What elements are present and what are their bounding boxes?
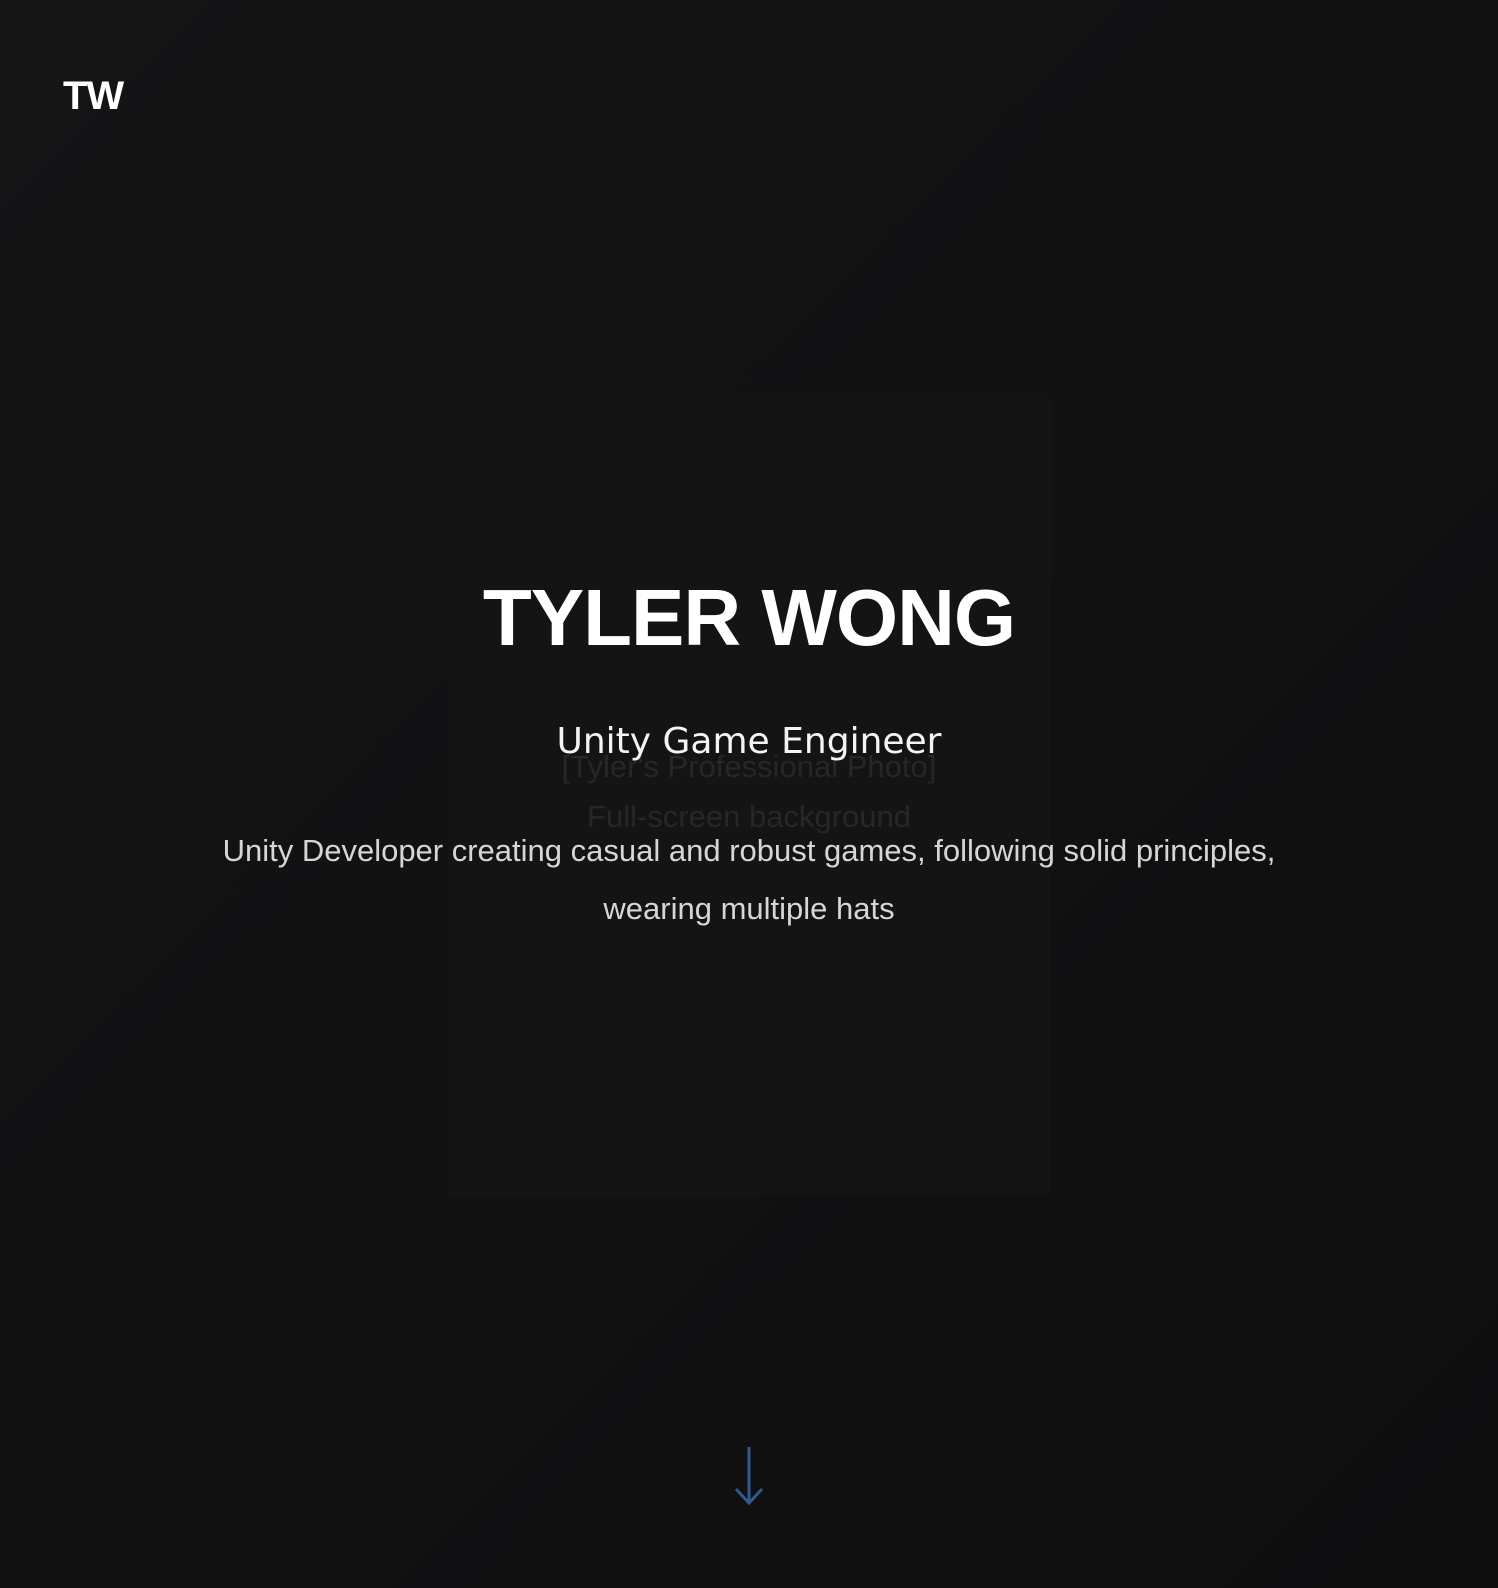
hero-tagline: Unity Developer creating casual and robu… xyxy=(222,833,1276,926)
site-logo[interactable]: TW xyxy=(63,76,124,116)
hero-photo-placeholder: [Tyler's Professional Photo] Full-screen… xyxy=(448,392,1050,1196)
hero-name: TYLER WONG xyxy=(482,573,1016,662)
hero-role: Unity Game Engineer xyxy=(556,721,942,762)
arrow-down-icon[interactable] xyxy=(731,1445,767,1507)
